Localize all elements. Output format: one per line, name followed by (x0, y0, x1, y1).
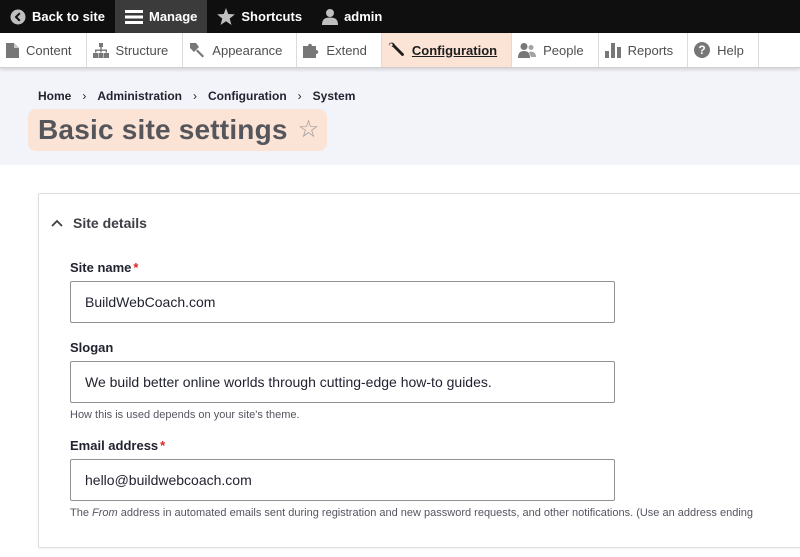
site-name-input[interactable] (70, 281, 615, 323)
breadcrumb-system-link[interactable]: System (313, 89, 356, 103)
tray-item-people[interactable]: People (512, 33, 599, 67)
required-marker: * (133, 260, 139, 275)
star-icon[interactable]: ☆ (298, 117, 320, 142)
required-marker: * (160, 438, 166, 453)
tray-item-label: Help (717, 42, 744, 58)
tray-item-label: Extend (326, 42, 367, 58)
email-description: The From address in automated emails sen… (70, 507, 753, 519)
tray-item-reports[interactable]: Reports (599, 33, 689, 67)
tray-item-configuration[interactable]: Configuration (381, 33, 513, 67)
help-icon: ? (694, 42, 711, 58)
breadcrumb-separator: › (82, 89, 87, 103)
email-label: Email address * (70, 438, 166, 453)
breadcrumb-separator: › (193, 89, 198, 103)
hamburger-icon (124, 9, 143, 24)
shortcuts-label: Shortcuts (241, 9, 303, 24)
breadcrumb-configuration-link[interactable]: Configuration (208, 89, 287, 103)
slogan-input[interactable] (70, 361, 615, 403)
tray-item-label: Structure (115, 42, 169, 58)
site-details-heading: Site details (73, 215, 147, 231)
tray-item-label: Reports (627, 42, 674, 58)
manage-tab[interactable]: Manage (114, 0, 208, 33)
page-title-wrap: Basic site settings ☆ (28, 109, 328, 151)
tray-item-help[interactable]: ? Help (688, 33, 759, 67)
breadcrumb-administration-link[interactable]: Administration (97, 89, 182, 103)
tray-item-appearance[interactable]: Appearance (183, 33, 298, 67)
manage-label: Manage (148, 9, 198, 24)
shortcuts-tab[interactable]: Shortcuts (207, 0, 312, 33)
tray-item-content[interactable]: Content (0, 33, 87, 67)
back-to-site-link[interactable]: Back to site (0, 0, 115, 33)
chevron-left-circle-icon (10, 9, 26, 24)
email-input[interactable] (70, 459, 615, 501)
slogan-label: Slogan (70, 340, 114, 355)
people-icon (518, 43, 537, 58)
svg-text:?: ? (698, 43, 705, 57)
site-details-body: Site name* Slogan How this is used depen… (39, 238, 800, 519)
email-field: Email address* The From address in autom… (70, 438, 800, 519)
tray-item-label: Content (26, 42, 72, 58)
site-name-label: Site name * (70, 260, 139, 275)
admin-tray: Content Structure Appearance Extend Conf… (0, 33, 800, 68)
tray-item-label: Configuration (411, 42, 498, 58)
tray-item-extend[interactable]: Extend (297, 33, 382, 67)
wrench-icon (388, 42, 404, 56)
site-details-panel: Site details Site name* Slogan How this … (38, 193, 800, 548)
star-icon (217, 8, 236, 25)
user-icon (322, 9, 339, 25)
file-icon (6, 42, 19, 58)
slogan-description: How this is used depends on your site's … (70, 409, 300, 421)
breadcrumb-separator: › (297, 89, 302, 103)
chevron-up-icon (51, 219, 63, 227)
user-label: admin (344, 9, 383, 24)
paintbrush-icon (190, 43, 205, 58)
puzzle-icon (303, 43, 319, 58)
site-details-toggle[interactable]: Site details (39, 194, 800, 238)
user-tab[interactable]: admin (312, 0, 392, 33)
site-name-field: Site name * (70, 260, 800, 323)
breadcrumb-home-link[interactable]: Home (38, 89, 71, 103)
admin-toolbar: Back to site Manage Shortcuts admin (0, 0, 800, 33)
main-content: Site details Site name* Slogan How this … (0, 165, 800, 548)
page-title: Basic site settings (38, 113, 288, 145)
tray-item-structure[interactable]: Structure (87, 33, 184, 67)
bar-chart-icon (604, 42, 621, 58)
page-header: Home › Administration › Configuration › … (0, 68, 800, 165)
slogan-field: Slogan How this is used depends on your … (70, 340, 800, 421)
back-to-site-label: Back to site (32, 9, 105, 24)
sitemap-icon (92, 42, 109, 58)
breadcrumb: Home › Administration › Configuration › … (38, 88, 800, 104)
tray-item-label: Appearance (212, 42, 283, 58)
tray-item-label: People (543, 42, 584, 58)
